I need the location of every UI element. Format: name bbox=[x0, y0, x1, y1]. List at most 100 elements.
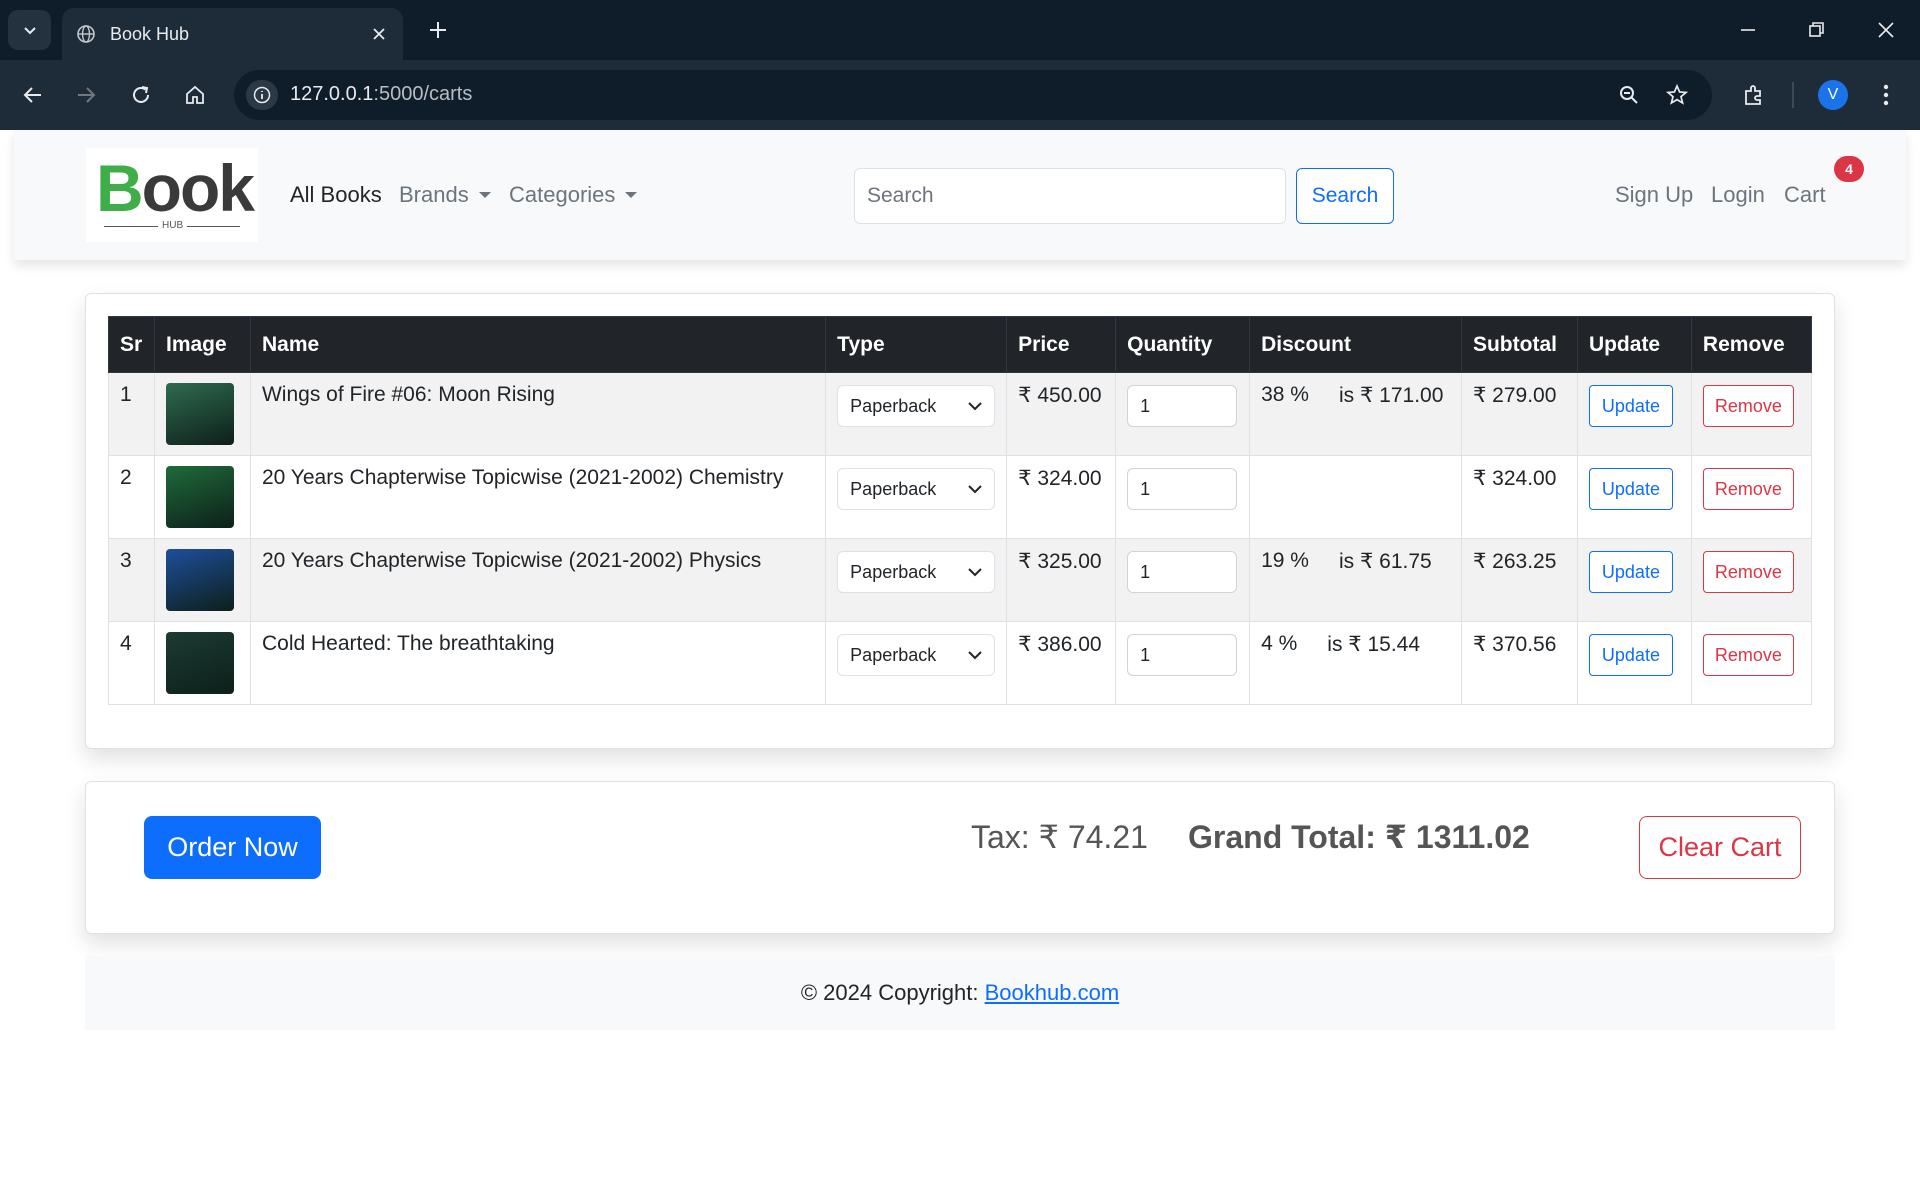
row-qty-cell: 1 bbox=[1115, 455, 1251, 539]
nav-login[interactable]: Login bbox=[1711, 182, 1765, 208]
plus-icon bbox=[430, 22, 446, 38]
restore-button[interactable] bbox=[1796, 10, 1836, 50]
row-discount-cell: 4 % is ₹ 15.44 bbox=[1249, 621, 1462, 705]
row-price: ₹ 325.00 bbox=[1006, 538, 1117, 622]
search-input[interactable] bbox=[854, 168, 1286, 224]
search-button[interactable]: Search bbox=[1296, 168, 1394, 224]
logo-subtitle: HUB bbox=[158, 220, 188, 231]
update-button[interactable]: Update bbox=[1588, 551, 1673, 593]
header-quantity: Quantity bbox=[1115, 316, 1251, 373]
row-price: ₹ 450.00 bbox=[1006, 372, 1117, 456]
nav-sign-up[interactable]: Sign Up bbox=[1615, 182, 1693, 208]
book-cover-image[interactable] bbox=[165, 632, 234, 694]
nav-cart[interactable]: Cart bbox=[1784, 182, 1826, 208]
update-button[interactable]: Update bbox=[1588, 468, 1673, 510]
quantity-input[interactable]: 1 bbox=[1127, 468, 1238, 510]
home-button[interactable] bbox=[175, 75, 215, 115]
footer-link[interactable]: Bookhub.com bbox=[985, 980, 1120, 1005]
type-select[interactable]: Paperback bbox=[837, 551, 996, 593]
type-select-value: Paperback bbox=[850, 644, 937, 665]
row-remove-cell: Remove bbox=[1690, 621, 1813, 705]
arrow-left-icon bbox=[23, 87, 41, 103]
minimize-icon bbox=[1741, 29, 1755, 31]
row-subtotal: ₹ 370.56 bbox=[1460, 621, 1578, 705]
row-name: 20 Years Chapterwise Topicwise (2021-200… bbox=[249, 538, 827, 622]
table-row: 4 Cold Hearted: The breathtaking Paperback… bbox=[108, 621, 1813, 705]
remove-button[interactable]: Remove bbox=[1702, 551, 1794, 593]
type-select[interactable]: Paperback bbox=[837, 634, 996, 676]
row-qty-cell: 1 bbox=[1115, 372, 1251, 456]
zoom-button[interactable] bbox=[1614, 80, 1644, 110]
row-subtotal: ₹ 279.00 bbox=[1460, 372, 1578, 456]
site-logo[interactable]: Book HUB bbox=[86, 148, 258, 242]
quantity-input[interactable]: 1 bbox=[1127, 385, 1238, 427]
tab-search-button[interactable] bbox=[8, 10, 51, 50]
row-remove-cell: Remove bbox=[1690, 455, 1813, 539]
header-sr: Sr bbox=[108, 316, 155, 373]
update-button[interactable]: Update bbox=[1588, 385, 1673, 427]
back-button[interactable] bbox=[13, 75, 53, 115]
chevron-down-icon bbox=[968, 651, 982, 660]
close-icon bbox=[1878, 22, 1894, 38]
quantity-input[interactable]: 1 bbox=[1127, 634, 1238, 676]
new-tab-button[interactable] bbox=[424, 16, 452, 44]
close-tab-icon[interactable] bbox=[369, 24, 389, 44]
browser-tabstrip: Book Hub bbox=[0, 0, 1920, 60]
header-subtotal: Subtotal bbox=[1460, 316, 1578, 373]
table-row: 1 Wings of Fire #06: Moon Rising Paperback… bbox=[108, 372, 1813, 456]
browser-tab[interactable]: Book Hub bbox=[62, 8, 403, 60]
remove-button[interactable]: Remove bbox=[1702, 634, 1794, 676]
minimize-button[interactable] bbox=[1728, 10, 1768, 50]
book-cover-image[interactable] bbox=[165, 466, 234, 528]
header-image: Image bbox=[153, 316, 251, 373]
chevron-down-icon bbox=[23, 27, 36, 35]
row-discount-cell: 38 % is ₹ 171.00 bbox=[1249, 372, 1462, 456]
site-info-button[interactable] bbox=[246, 80, 278, 110]
chevron-down-icon bbox=[968, 485, 982, 494]
close-window-button[interactable] bbox=[1866, 10, 1906, 50]
row-name: 20 Years Chapterwise Topicwise (2021-200… bbox=[249, 455, 827, 539]
bookmark-button[interactable] bbox=[1662, 80, 1692, 110]
nav-categories-dropdown[interactable]: Categories bbox=[509, 182, 638, 208]
row-discount-cell: 19 % is ₹ 61.75 bbox=[1249, 538, 1462, 622]
remove-button[interactable]: Remove bbox=[1702, 385, 1794, 427]
browser-toolbar: 127.0.0.1:5000/carts V bbox=[0, 60, 1920, 130]
row-sr: 1 bbox=[108, 372, 155, 456]
order-now-button[interactable]: Order Now bbox=[144, 816, 321, 879]
tax-amount: Tax: ₹ 74.21 bbox=[971, 819, 1148, 855]
site-navbar: Book HUB All Books Brands Categories Sea… bbox=[14, 130, 1906, 260]
extensions-button[interactable] bbox=[1734, 75, 1774, 115]
address-bar[interactable]: 127.0.0.1:5000/carts bbox=[234, 70, 1712, 120]
remove-button[interactable]: Remove bbox=[1702, 468, 1794, 510]
update-button[interactable]: Update bbox=[1588, 634, 1673, 676]
reload-button[interactable] bbox=[121, 75, 161, 115]
book-cover-image[interactable] bbox=[165, 549, 234, 611]
quantity-input[interactable]: 1 bbox=[1127, 551, 1238, 593]
type-select[interactable]: Paperback bbox=[837, 468, 996, 510]
clear-cart-button[interactable]: Clear Cart bbox=[1639, 816, 1801, 879]
type-select-value: Paperback bbox=[850, 561, 937, 582]
url-text: 127.0.0.1:5000/carts bbox=[290, 83, 472, 106]
caret-down-icon bbox=[478, 192, 491, 198]
page: Book HUB All Books Brands Categories Sea… bbox=[0, 130, 1920, 1200]
row-remove-cell: Remove bbox=[1690, 372, 1813, 456]
chevron-down-icon bbox=[968, 402, 982, 411]
header-discount: Discount bbox=[1249, 316, 1462, 373]
row-image-cell bbox=[153, 538, 251, 622]
totals-card: Order Now Tax: ₹ 74.21 Grand Total: ₹ 13… bbox=[85, 781, 1835, 934]
row-subtotal: ₹ 324.00 bbox=[1460, 455, 1578, 539]
discount-amount: is ₹ 15.44 bbox=[1327, 633, 1421, 656]
nav-all-books[interactable]: All Books bbox=[290, 182, 382, 208]
row-update-cell: Update bbox=[1576, 455, 1692, 539]
row-type-cell: Paperback bbox=[825, 455, 1008, 539]
type-select[interactable]: Paperback bbox=[837, 385, 996, 427]
forward-button[interactable] bbox=[66, 75, 106, 115]
menu-button[interactable] bbox=[1866, 75, 1906, 115]
header-update: Update bbox=[1576, 316, 1692, 373]
row-image-cell bbox=[153, 372, 251, 456]
zoom-icon bbox=[1620, 86, 1638, 104]
book-cover-image[interactable] bbox=[165, 383, 234, 445]
nav-brands-dropdown[interactable]: Brands bbox=[399, 182, 491, 208]
profile-avatar[interactable]: V bbox=[1818, 80, 1848, 110]
footer-copyright: © 2024 Copyright: bbox=[800, 980, 979, 1005]
